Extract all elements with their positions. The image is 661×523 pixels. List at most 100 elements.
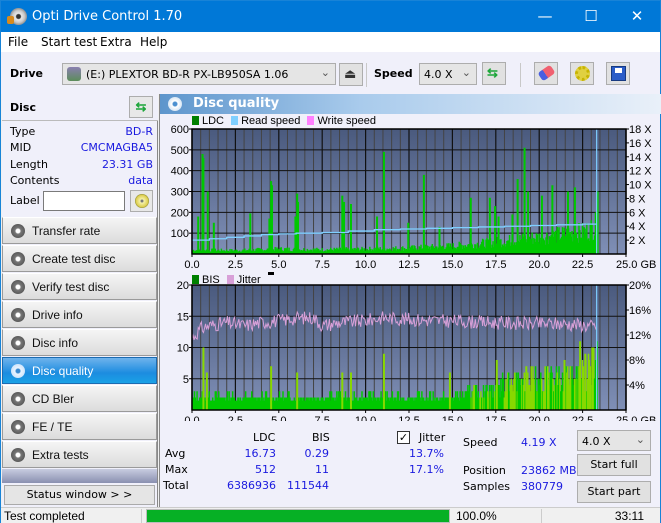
elapsed-time: 33:11 xyxy=(614,509,644,523)
disc-info-contents: Contents data xyxy=(10,174,153,190)
menu-file[interactable]: File xyxy=(8,35,28,49)
y2-tick-label: 18 X xyxy=(629,124,652,136)
spike-bar xyxy=(341,372,344,410)
minimize-button[interactable]: — xyxy=(522,1,568,32)
x-tick-label: 22.5 xyxy=(572,415,593,421)
test-speed-select[interactable]: 4.0 X ⌄ xyxy=(577,430,651,451)
status-bar: Test completed 100.0% 33:11 xyxy=(1,507,660,523)
spike-bar xyxy=(382,151,385,254)
info-value: BD-R xyxy=(125,125,153,138)
disc-heading: Disc xyxy=(10,101,36,114)
spike-bar xyxy=(297,201,300,254)
drive-icon xyxy=(67,67,81,81)
avg-jitter: 13.7% xyxy=(409,447,444,460)
extra-tests-icon xyxy=(11,448,25,462)
samples-value: 380779 xyxy=(521,480,563,493)
cd-bler-icon xyxy=(11,392,25,406)
window-title: Opti Drive Control 1.70 xyxy=(32,9,183,24)
nav-label: Disc info xyxy=(32,336,79,350)
jitter-label: Jitter xyxy=(419,431,446,444)
y2-tick-label: 2 X xyxy=(629,235,646,247)
nav-drive-info[interactable]: Drive info xyxy=(2,301,157,328)
x-tick-label: 7.5 xyxy=(315,415,330,421)
nav-disc-quality[interactable]: Disc quality xyxy=(2,357,157,384)
nav-fe-te[interactable]: FE / TE xyxy=(2,413,157,440)
disc-label-button[interactable] xyxy=(130,190,153,212)
samples-label: Samples xyxy=(463,480,510,493)
start-full-button[interactable]: Start full xyxy=(577,454,651,476)
nav-extra-tests[interactable]: Extra tests xyxy=(2,441,157,468)
disc-header: Disc ⇆ xyxy=(2,94,158,121)
disc-info-length: Length 23.31 GB xyxy=(10,158,153,174)
y2-tick-label: 20% xyxy=(629,281,651,292)
toolbar-separator xyxy=(366,63,367,87)
info-value: 23.31 GB xyxy=(101,158,153,171)
nav-label: Verify test disc xyxy=(32,280,110,294)
disc-label-input[interactable] xyxy=(43,191,125,211)
y2-tick-label: 8% xyxy=(629,355,645,367)
spike-bar xyxy=(349,372,352,410)
spike-bar xyxy=(206,191,209,254)
stats-area: LDC BIS ✓ Jitter Avg 16.73 0.29 13.7% Ma… xyxy=(160,422,661,507)
spike-bar xyxy=(511,214,514,254)
erase-button[interactable] xyxy=(534,62,558,85)
close-button[interactable]: ✕ xyxy=(614,1,660,32)
info-key: Contents xyxy=(10,174,60,187)
x-tick-label: 25.0 GB xyxy=(616,259,656,269)
status-window-button[interactable]: Status window > > xyxy=(4,485,155,505)
spike-bar xyxy=(584,353,587,410)
nav-cd-bler[interactable]: CD Bler xyxy=(2,385,157,412)
ldc-chart: 100 200 300 400 500 600 2 X 4 X 6 X 8 X10 X 12 X 14… xyxy=(171,124,657,269)
fe-te-icon xyxy=(11,420,25,434)
y-tick-label: 5 xyxy=(183,374,189,386)
spike-bar xyxy=(495,360,498,410)
nav-create-test-disc[interactable]: Create test disc xyxy=(2,245,157,272)
drive-select[interactable]: (E:) PLEXTOR BD-R PX-LB950SA 1.06 ⌄ xyxy=(62,63,336,85)
spike-bar xyxy=(525,366,528,410)
menu-start-test[interactable]: Start test xyxy=(41,35,97,49)
nav-disc-info[interactable]: Disc info xyxy=(2,329,157,356)
toolbar: Drive (E:) PLEXTOR BD-R PX-LB950SA 1.06 … xyxy=(1,52,660,94)
jitter-checkbox[interactable]: ✓ xyxy=(397,431,410,444)
menu-bar: File Start test Extra Help xyxy=(1,32,660,52)
test-speed-value: 4.0 X xyxy=(582,435,611,448)
start-part-button[interactable]: Start part xyxy=(577,481,651,503)
nav-label: FE / TE xyxy=(32,420,73,434)
spike-bar xyxy=(341,195,344,254)
settings-button[interactable] xyxy=(570,62,594,85)
nav-label: Transfer rate xyxy=(32,224,101,238)
x-tick-label: 15.0 xyxy=(442,259,463,269)
spike-bar xyxy=(566,191,569,254)
x-tick-label: 17.5 xyxy=(485,259,506,269)
x-tick-label: 2.5 xyxy=(228,415,243,421)
title-bar: Opti Drive Control 1.70 — ☐ ✕ xyxy=(1,1,660,32)
nav-verify-test-disc[interactable]: Verify test disc xyxy=(2,273,157,300)
refresh-button[interactable]: ⇆ xyxy=(482,62,506,85)
disc-info-type: Type BD-R xyxy=(10,125,153,141)
save-button[interactable] xyxy=(606,62,630,85)
speed-select[interactable]: 4.0 X ⌄ xyxy=(419,63,477,85)
x-tick-label: 12.5 xyxy=(398,415,419,421)
y2-tick-label: 10 X xyxy=(629,180,652,192)
chevron-down-icon: ⌄ xyxy=(461,67,471,79)
spike-bar xyxy=(573,187,576,254)
nav-label: Extra tests xyxy=(32,448,89,462)
max-bis: 11 xyxy=(315,463,329,476)
menu-extra[interactable]: Extra xyxy=(100,35,132,49)
spike-bar xyxy=(382,353,385,410)
disc-info-mid: MID CMCMAGBA5 xyxy=(10,141,153,157)
menu-help[interactable]: Help xyxy=(140,35,167,49)
nav-transfer-rate[interactable]: Transfer rate xyxy=(2,217,157,244)
eject-button[interactable]: ⏏ xyxy=(339,63,363,86)
y2-tick-label: 14 X xyxy=(629,152,652,164)
save-icon xyxy=(611,66,626,81)
spike-bar xyxy=(516,179,519,254)
disc-refresh-button[interactable]: ⇆ xyxy=(129,96,153,118)
spike-bar xyxy=(469,197,472,254)
disc-quality-icon xyxy=(168,97,182,111)
y-tick-label: 600 xyxy=(171,124,189,136)
x-tick-label: 5.0 xyxy=(271,259,286,269)
nav-label: CD Bler xyxy=(32,392,75,406)
y-tick-label: 200 xyxy=(171,207,189,219)
maximize-button[interactable]: ☐ xyxy=(568,1,614,32)
